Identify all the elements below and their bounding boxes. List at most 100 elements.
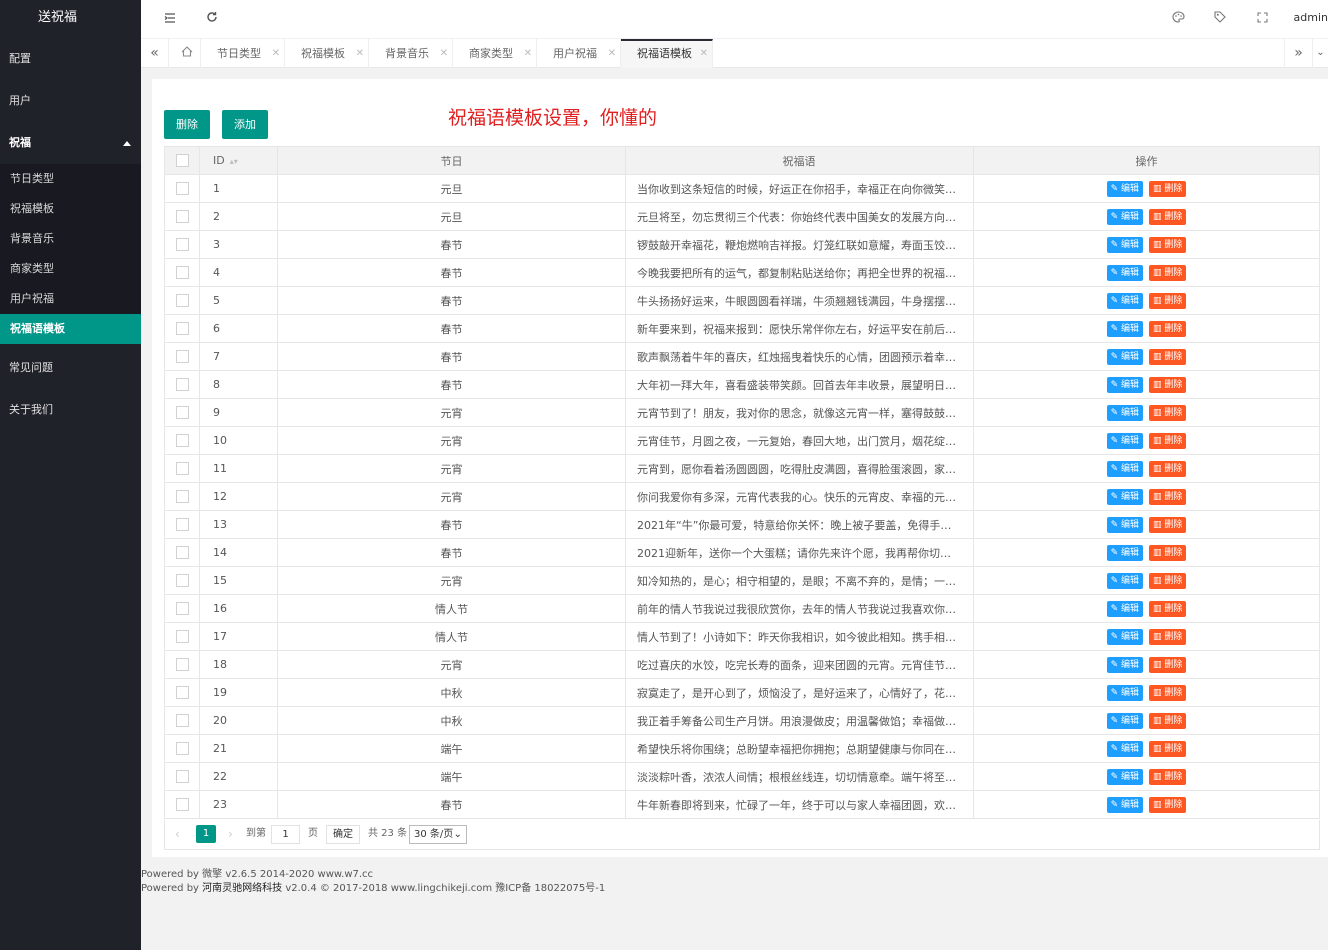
submenu-item-user-blessing[interactable]: 用户祝福 (0, 284, 141, 314)
delete-row-button[interactable]: ▥ 删除 (1149, 208, 1187, 225)
row-select[interactable] (164, 426, 200, 455)
checkbox[interactable] (175, 518, 189, 532)
delete-row-button[interactable]: ▥ 删除 (1149, 320, 1187, 337)
checkbox[interactable] (175, 686, 189, 700)
edit-button[interactable]: ✎ 编辑 (1106, 516, 1144, 533)
header-select-all[interactable] (164, 146, 200, 175)
edit-button[interactable]: ✎ 编辑 (1106, 684, 1144, 701)
edit-button[interactable]: ✎ 编辑 (1106, 320, 1144, 337)
nav-item-config[interactable]: 配置 (0, 38, 141, 80)
edit-button[interactable]: ✎ 编辑 (1106, 712, 1144, 729)
delete-row-button[interactable]: ▥ 删除 (1149, 740, 1187, 757)
edit-button[interactable]: ✎ 编辑 (1106, 432, 1144, 449)
tabs-scroll-right-icon[interactable]: » (1284, 39, 1312, 68)
checkbox[interactable] (175, 182, 189, 196)
edit-button[interactable]: ✎ 编辑 (1106, 460, 1144, 477)
edit-button[interactable]: ✎ 编辑 (1106, 600, 1144, 617)
delete-row-button[interactable]: ▥ 删除 (1149, 796, 1187, 813)
row-select[interactable] (164, 398, 200, 427)
row-select[interactable] (164, 174, 200, 203)
edit-button[interactable]: ✎ 编辑 (1106, 376, 1144, 393)
close-icon[interactable]: ✕ (524, 39, 532, 68)
checkbox[interactable] (175, 490, 189, 504)
nav-item-faq[interactable]: 常见问题 (0, 347, 141, 389)
checkbox[interactable] (175, 434, 189, 448)
close-icon[interactable]: ✕ (272, 39, 280, 68)
tab-user-blessing[interactable]: 用户祝福 ✕ (537, 39, 621, 68)
checkbox[interactable] (175, 378, 189, 392)
row-select[interactable] (164, 706, 200, 735)
edit-button[interactable]: ✎ 编辑 (1106, 768, 1144, 785)
checkbox[interactable] (175, 714, 189, 728)
nav-item-blessing[interactable]: 祝福 (0, 122, 141, 164)
tabs-menu-icon[interactable]: ⌄ (1312, 39, 1328, 68)
submenu-item-merchant-type[interactable]: 商家类型 (0, 254, 141, 284)
delete-row-button[interactable]: ▥ 删除 (1149, 572, 1187, 589)
delete-row-button[interactable]: ▥ 删除 (1149, 264, 1187, 281)
tab-festival-type[interactable]: 节日类型 ✕ (201, 39, 285, 68)
tag-icon[interactable] (1212, 11, 1228, 27)
delete-row-button[interactable]: ▥ 删除 (1149, 488, 1187, 505)
edit-button[interactable]: ✎ 编辑 (1106, 180, 1144, 197)
fullscreen-icon[interactable] (1254, 11, 1270, 27)
delete-row-button[interactable]: ▥ 删除 (1149, 404, 1187, 421)
delete-row-button[interactable]: ▥ 删除 (1149, 376, 1187, 393)
submenu-item-blessing-template[interactable]: 祝福模板 (0, 194, 141, 224)
checkbox[interactable] (175, 658, 189, 672)
confirm-button[interactable]: 确定 (326, 825, 360, 844)
footer-company-link[interactable]: 河南灵驰网络科技 (202, 883, 282, 894)
page-input[interactable]: 1 (271, 825, 300, 844)
tab-blessing-text-template[interactable]: 祝福语模板 ✕ (621, 39, 713, 68)
delete-row-button[interactable]: ▥ 删除 (1149, 684, 1187, 701)
edit-button[interactable]: ✎ 编辑 (1106, 740, 1144, 757)
edit-button[interactable]: ✎ 编辑 (1106, 656, 1144, 673)
checkbox[interactable] (175, 350, 189, 364)
row-select[interactable] (164, 314, 200, 343)
row-select[interactable] (164, 734, 200, 763)
submenu-item-blessing-text-template[interactable]: 祝福语模板 (0, 314, 141, 344)
row-select[interactable] (164, 454, 200, 483)
delete-row-button[interactable]: ▥ 删除 (1149, 348, 1187, 365)
checkbox[interactable] (175, 238, 189, 252)
row-select[interactable] (164, 258, 200, 287)
delete-row-button[interactable]: ▥ 删除 (1149, 628, 1187, 645)
delete-row-button[interactable]: ▥ 删除 (1149, 544, 1187, 561)
row-select[interactable] (164, 566, 200, 595)
menu-fold-icon[interactable] (162, 11, 178, 27)
submenu-item-festival-type[interactable]: 节日类型 (0, 164, 141, 194)
submenu-item-bg-music[interactable]: 背景音乐 (0, 224, 141, 254)
checkbox[interactable] (175, 462, 189, 476)
edit-button[interactable]: ✎ 编辑 (1106, 208, 1144, 225)
row-select[interactable] (164, 678, 200, 707)
checkbox[interactable] (175, 630, 189, 644)
delete-row-button[interactable]: ▥ 删除 (1149, 432, 1187, 449)
delete-row-button[interactable]: ▥ 删除 (1149, 768, 1187, 785)
tabs-scroll-left-icon[interactable]: « (141, 39, 169, 68)
close-icon[interactable]: ✕ (608, 39, 616, 68)
delete-row-button[interactable]: ▥ 删除 (1149, 292, 1187, 309)
row-select[interactable] (164, 538, 200, 567)
checkbox[interactable] (175, 266, 189, 280)
checkbox[interactable] (175, 546, 189, 560)
home-icon[interactable] (173, 39, 201, 68)
delete-row-button[interactable]: ▥ 删除 (1149, 600, 1187, 617)
tab-bg-music[interactable]: 背景音乐 ✕ (369, 39, 453, 68)
delete-button[interactable]: 删除 (164, 110, 210, 139)
nav-item-about[interactable]: 关于我们 (0, 389, 141, 431)
row-select[interactable] (164, 510, 200, 539)
checkbox[interactable] (175, 294, 189, 308)
theme-icon[interactable] (1170, 11, 1186, 27)
edit-button[interactable]: ✎ 编辑 (1106, 236, 1144, 253)
edit-button[interactable]: ✎ 编辑 (1106, 404, 1144, 421)
row-select[interactable] (164, 482, 200, 511)
row-select[interactable] (164, 230, 200, 259)
row-select[interactable] (164, 202, 200, 231)
edit-button[interactable]: ✎ 编辑 (1106, 796, 1144, 813)
checkbox[interactable] (175, 742, 189, 756)
sort-icon[interactable]: ▴▾ (230, 157, 238, 166)
refresh-icon[interactable] (204, 11, 220, 27)
row-select[interactable] (164, 342, 200, 371)
checkbox[interactable] (175, 770, 189, 784)
row-select[interactable] (164, 370, 200, 399)
tab-merchant-type[interactable]: 商家类型 ✕ (453, 39, 537, 68)
